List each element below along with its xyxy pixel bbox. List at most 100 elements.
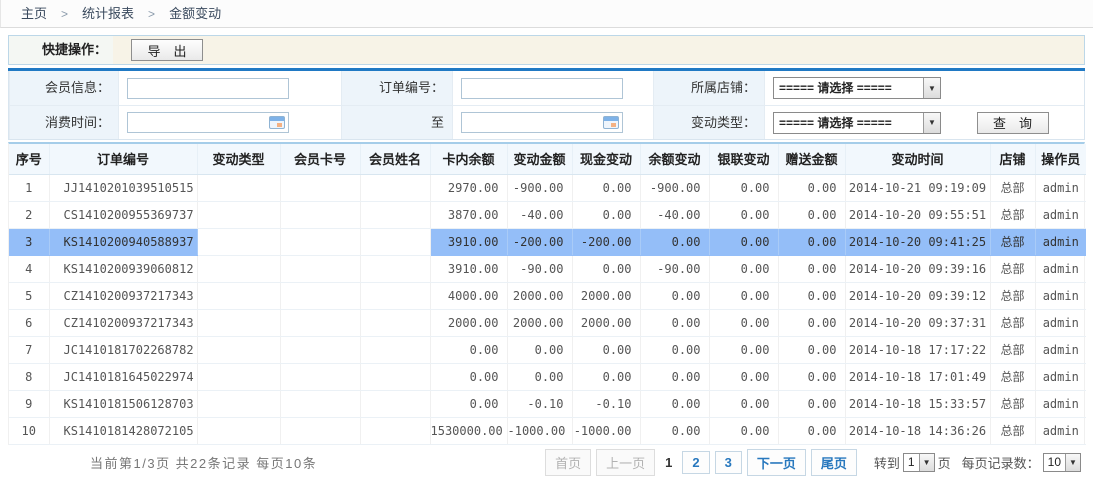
table-row[interactable]: 1JJ14102010395105152970.00-900.000.00-90… — [9, 174, 1086, 201]
calendar-icon[interactable] — [269, 116, 285, 129]
table-cell: 0.00 — [709, 282, 778, 309]
search-button[interactable]: 查 询 — [977, 112, 1049, 134]
breadcrumb-reports[interactable]: 统计报表 — [82, 6, 134, 21]
table-cell: 0.00 — [709, 174, 778, 201]
table-cell: -200.00 — [507, 228, 572, 255]
table-cell: 0.00 — [640, 336, 709, 363]
table-cell: admin — [1035, 174, 1086, 201]
table-cell: 0.00 — [778, 390, 845, 417]
breadcrumb-home[interactable]: 主页 — [21, 6, 47, 21]
table-row[interactable]: 9KS14101815061287030.00-0.10-0.100.000.0… — [9, 390, 1086, 417]
first-page-button[interactable]: 首页 — [545, 449, 591, 476]
order-no-input[interactable] — [461, 78, 623, 99]
table-cell: 总部 — [990, 228, 1035, 255]
table-cell — [197, 309, 280, 336]
consume-time-label: 消费时间： — [9, 106, 119, 139]
table-cell: 总部 — [990, 309, 1035, 336]
table-cell: admin — [1035, 417, 1086, 444]
table-cell: 2000.00 — [507, 309, 572, 336]
table-cell: 0.00 — [778, 282, 845, 309]
breadcrumb-separator: > — [148, 7, 155, 21]
per-page-select[interactable]: 10 ▼ — [1043, 453, 1081, 472]
change-type-select[interactable]: ===== 请选择 ===== ▼ — [773, 112, 941, 134]
column-header: 会员卡号 — [280, 144, 360, 174]
table-cell: 2014-10-20 09:41:25 — [845, 228, 990, 255]
table-cell: 2014-10-20 09:39:12 — [845, 282, 990, 309]
table-row[interactable]: 4KS14102009390608123910.00-90.000.00-90.… — [9, 255, 1086, 282]
dropdown-arrow-icon[interactable]: ▼ — [923, 113, 940, 133]
table-cell — [197, 336, 280, 363]
table-cell: 0.00 — [572, 255, 640, 282]
table-cell — [280, 228, 360, 255]
table-cell: 0.00 — [640, 417, 709, 444]
table-cell: admin — [1035, 390, 1086, 417]
shop-select[interactable]: ===== 请选择 ===== ▼ — [773, 77, 941, 99]
change-type-label: 变动类型： — [653, 106, 765, 139]
calendar-icon[interactable] — [603, 116, 619, 129]
table-row[interactable]: 8JC14101816450229740.000.000.000.000.000… — [9, 363, 1086, 390]
dropdown-arrow-icon[interactable]: ▼ — [1065, 454, 1080, 471]
table-cell: 0.00 — [507, 336, 572, 363]
table-cell: 0.00 — [507, 363, 572, 390]
table-row[interactable]: 2CS14102009553697373870.00-40.000.00-40.… — [9, 201, 1086, 228]
pagination: 首页 上一页 123 下一页 尾页 转到 1 ▼ 页 每页记录数： 10 ▼ — [545, 449, 1081, 476]
table-cell: 0.00 — [572, 201, 640, 228]
table-cell — [280, 336, 360, 363]
table-cell: -90.00 — [640, 255, 709, 282]
table-cell: KS1410200940588937 — [49, 228, 197, 255]
table-cell: 7 — [9, 336, 49, 363]
table-cell: 0.00 — [572, 336, 640, 363]
member-info-input[interactable] — [127, 78, 289, 99]
table-row[interactable]: 3KS14102009405889373910.00-200.00-200.00… — [9, 228, 1086, 255]
table-cell: admin — [1035, 363, 1086, 390]
dropdown-arrow-icon[interactable]: ▼ — [919, 454, 934, 471]
page-number-link[interactable]: 2 — [682, 451, 709, 474]
export-button[interactable]: 导 出 — [131, 39, 203, 61]
table-cell: 2014-10-18 15:33:57 — [845, 390, 990, 417]
goto-page-select[interactable]: 1 ▼ — [903, 453, 935, 472]
page-number-link[interactable]: 3 — [715, 451, 742, 474]
table-cell: 0.00 — [640, 228, 709, 255]
table-cell: 0.00 — [778, 174, 845, 201]
table-cell — [197, 417, 280, 444]
table-row[interactable]: 6CZ14102009372173432000.002000.002000.00… — [9, 309, 1086, 336]
table-cell: KS1410181428072105 — [49, 417, 197, 444]
consume-time-end-input[interactable] — [461, 112, 623, 133]
table-cell: 2 — [9, 201, 49, 228]
table-cell — [360, 201, 430, 228]
table-cell: 0.00 — [778, 255, 845, 282]
consume-time-start-input[interactable] — [127, 112, 289, 133]
table-cell: 2014-10-20 09:37:31 — [845, 309, 990, 336]
table-cell: 0.00 — [709, 417, 778, 444]
per-page-label: 每页记录数： — [962, 453, 1040, 472]
column-header: 变动金额 — [507, 144, 572, 174]
table-row[interactable]: 7JC14101817022687820.000.000.000.000.000… — [9, 336, 1086, 363]
column-header: 会员姓名 — [360, 144, 430, 174]
table-row[interactable]: 5CZ14102009372173434000.002000.002000.00… — [9, 282, 1086, 309]
table-cell: 2000.00 — [507, 282, 572, 309]
table-cell: 0.00 — [778, 228, 845, 255]
prev-page-button[interactable]: 上一页 — [596, 449, 655, 476]
table-cell: 0.00 — [778, 201, 845, 228]
table-cell: 2000.00 — [572, 282, 640, 309]
table-cell: KS1410181506128703 — [49, 390, 197, 417]
records-table: 序号订单编号变动类型会员卡号会员姓名卡内余额变动金额现金变动余额变动银联变动赠送… — [9, 144, 1086, 445]
last-page-button[interactable]: 尾页 — [811, 449, 857, 476]
column-header: 余额变动 — [640, 144, 709, 174]
table-row[interactable]: 10KS14101814280721051530000.00-1000.00-1… — [9, 417, 1086, 444]
breadcrumb: 主页>统计报表>金额变动 — [0, 0, 1093, 28]
table-cell — [280, 255, 360, 282]
dropdown-arrow-icon[interactable]: ▼ — [923, 78, 940, 98]
table-cell — [360, 282, 430, 309]
column-header: 银联变动 — [709, 144, 778, 174]
table-cell: -900.00 — [640, 174, 709, 201]
next-page-button[interactable]: 下一页 — [747, 449, 806, 476]
table-cell: JC1410181702268782 — [49, 336, 197, 363]
table-cell: 0.00 — [640, 390, 709, 417]
shop-label: 所属店铺： — [653, 71, 765, 105]
table-cell: 0.00 — [778, 417, 845, 444]
table-cell: -200.00 — [572, 228, 640, 255]
page-number-current[interactable]: 1 — [660, 452, 677, 473]
table-cell: 0.00 — [709, 390, 778, 417]
table-cell: 2014-10-20 09:55:51 — [845, 201, 990, 228]
